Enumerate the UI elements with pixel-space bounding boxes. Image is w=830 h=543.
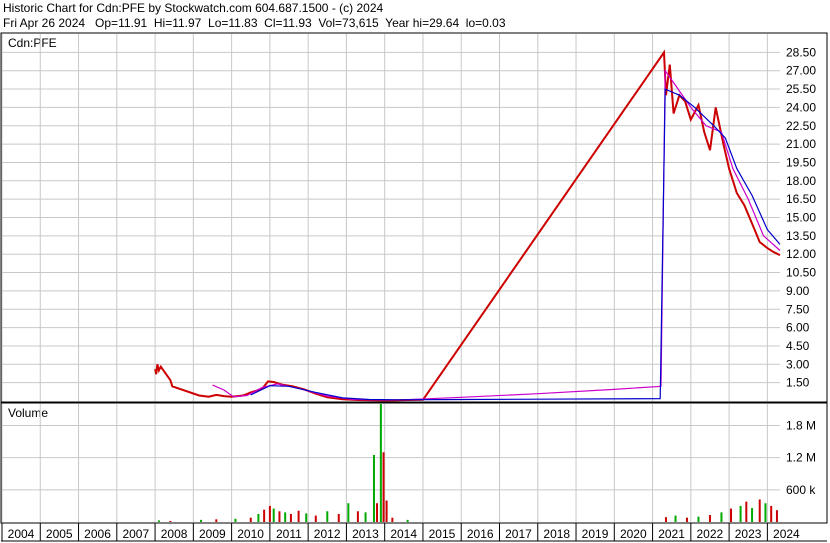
price-tick-label: 16.50 [786, 192, 816, 206]
volume-tick-label: 1.2 M [786, 451, 816, 465]
volume-bar [326, 511, 329, 522]
volume-bar [720, 512, 723, 522]
volume-bar [347, 503, 350, 522]
price-tick-label: 18.00 [786, 174, 816, 188]
year-label: 2011 [276, 527, 302, 541]
year-label: 2019 [582, 527, 609, 541]
volume-bar [697, 516, 700, 522]
volume-bar [385, 500, 388, 522]
volume-bar [234, 518, 237, 522]
volume-bar [382, 452, 385, 522]
year-label: 2023 [735, 527, 762, 541]
year-label: 2007 [122, 527, 149, 541]
year-label: 2008 [161, 527, 188, 541]
volume-bar [664, 517, 667, 522]
price-tick-label: 15.00 [786, 211, 816, 225]
volume-bar [263, 509, 266, 522]
volume-bar [337, 513, 340, 522]
volume-bar [745, 501, 748, 522]
volume-bar [751, 508, 754, 522]
volume-bar [391, 517, 394, 522]
price-tick-label: 9.00 [786, 284, 810, 298]
volume-bar [169, 520, 172, 522]
year-label: 2022 [696, 527, 723, 541]
price-tick-label: 6.00 [786, 321, 810, 335]
year-label: 2012 [314, 527, 341, 541]
volume-bar [376, 503, 379, 522]
volume-tick-label: 600 k [786, 483, 816, 497]
year-label: 2015 [429, 527, 456, 541]
volume-bar [708, 515, 711, 522]
volume-bar [314, 515, 317, 522]
price-tick-label: 13.50 [786, 229, 816, 243]
volume-bar [775, 510, 778, 522]
volume-bar [686, 517, 689, 522]
year-label: 2017 [505, 527, 532, 541]
volume-bar [284, 512, 287, 522]
volume-bar [379, 404, 382, 522]
volume-bar [770, 505, 773, 522]
price-tick-label: 22.50 [786, 119, 816, 133]
year-label: 2024 [773, 527, 800, 541]
volume-bar [758, 499, 761, 522]
year-label: 2009 [199, 527, 226, 541]
volume-panel-title: Volume [8, 406, 48, 420]
price-tick-label: 19.50 [786, 155, 816, 169]
volume-bar [305, 513, 308, 522]
volume-bar [249, 517, 252, 522]
volume-bar [406, 519, 409, 522]
volume-bar [278, 511, 281, 522]
price-tick-label: 25.50 [786, 82, 816, 96]
moving-average-line [212, 68, 781, 401]
volume-tick-label: 1.8 M [786, 418, 816, 432]
volume-bar [199, 519, 202, 522]
year-label: 2016 [467, 527, 494, 541]
year-label: 2006 [84, 527, 111, 541]
volume-bar [215, 519, 218, 522]
price-series-line [154, 49, 781, 402]
volume-bar [764, 503, 767, 522]
price-tick-label: 10.50 [786, 266, 816, 280]
volume-bar [730, 508, 733, 522]
volume-bar [289, 513, 292, 522]
price-panel-title: Cdn:PFE [8, 36, 57, 50]
volume-bar [297, 510, 300, 522]
price-tick-label: 3.00 [786, 357, 810, 371]
year-label: 2018 [543, 527, 570, 541]
price-tick-label: 4.50 [786, 339, 810, 353]
volume-bar [268, 505, 271, 522]
price-tick-label: 28.50 [786, 45, 816, 59]
volume-bar [272, 508, 275, 522]
price-tick-label: 27.00 [786, 64, 816, 78]
volume-bar [674, 515, 677, 522]
volume-panel-frame [0, 402, 828, 524]
year-label: 2013 [352, 527, 379, 541]
volume-bar [157, 520, 160, 522]
volume-bar [257, 513, 260, 522]
price-tick-label: 24.00 [786, 100, 816, 114]
year-label: 2004 [8, 527, 35, 541]
price-tick-label: 1.50 [786, 376, 810, 390]
year-label: 2010 [237, 527, 264, 541]
volume-bar [372, 454, 375, 522]
year-label: 2005 [46, 527, 73, 541]
stock-chart: Cdn:PFE Volume 28.50 27.00 25.50 24.00 22.50… [0, 32, 828, 542]
year-label: 2020 [620, 527, 647, 541]
year-label: 2021 [658, 527, 685, 541]
volume-bar [364, 512, 367, 522]
moving-average-line [250, 88, 781, 401]
volume-bar [739, 505, 742, 522]
price-tick-label: 21.00 [786, 137, 816, 151]
year-label: 2014 [390, 527, 417, 541]
price-tick-label: 12.00 [786, 247, 816, 261]
volume-bar [356, 511, 359, 522]
price-tick-label: 7.50 [786, 302, 810, 316]
